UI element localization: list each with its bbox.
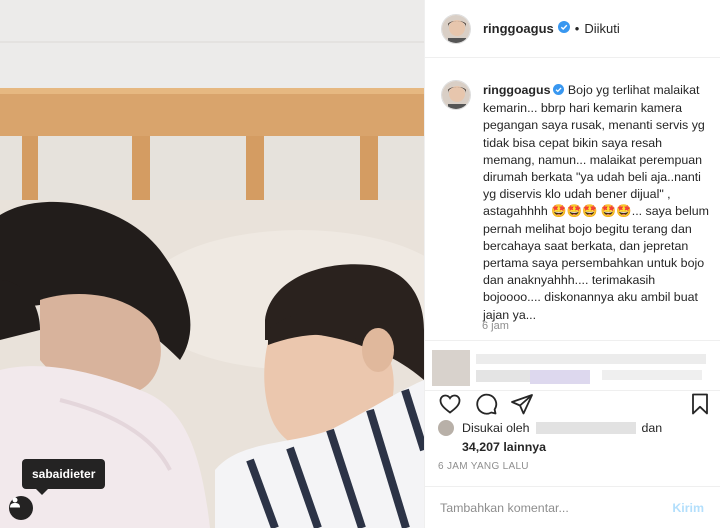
post-photo[interactable]: sabaidieter [0, 0, 424, 528]
send-icon [511, 394, 533, 415]
user-tag-label[interactable]: sabaidieter [22, 459, 106, 495]
likes-count: 34,207 [462, 440, 500, 454]
divider [424, 340, 720, 341]
caption-text: ringgoagus Bojo yg terlihat malaikat kem… [483, 82, 711, 324]
save-button[interactable] [688, 392, 712, 419]
caption-time: 6 jam [482, 320, 509, 332]
blurred-comments-strip [432, 348, 712, 388]
likes-and: dan [641, 421, 663, 435]
comment-icon [476, 393, 498, 415]
post-actions [438, 392, 712, 416]
post-header: ringgoagus • Diikuti [425, 0, 720, 58]
caption-body: Bojo yg terlihat malaikat kemarin... bbr… [483, 83, 709, 322]
likes-prefix: Disukai oleh [462, 421, 530, 435]
likes-count-link[interactable]: 34,207 lainnya [462, 440, 712, 454]
liker-name-blurred[interactable] [535, 422, 636, 434]
bookmark-icon [692, 393, 708, 415]
share-button[interactable] [510, 392, 534, 419]
comment-input[interactable] [440, 501, 673, 515]
person-icon [10, 497, 20, 508]
comment-box: Kirim [424, 488, 720, 528]
username-link[interactable]: ringgoagus [483, 21, 554, 36]
avatar-image [442, 14, 470, 43]
photo-scene [0, 0, 424, 528]
follow-status-button[interactable]: Diikuti [584, 21, 619, 36]
tagged-users-button[interactable] [9, 496, 33, 520]
divider [424, 486, 720, 487]
liker-avatar[interactable] [438, 420, 454, 436]
like-button[interactable] [438, 392, 462, 419]
avatar-image [442, 81, 470, 109]
divider [424, 390, 720, 391]
post-comment-button[interactable]: Kirim [672, 501, 704, 515]
comment-button[interactable] [474, 392, 498, 419]
likes-summary: Disukai oleh dan 34,207 lainnya [438, 420, 712, 454]
separator-dot: • [574, 21, 580, 36]
verified-badge-icon [557, 21, 570, 36]
heart-icon [439, 394, 461, 414]
likes-others: lainnya [503, 440, 547, 454]
caption-avatar[interactable] [441, 80, 471, 110]
avatar[interactable] [441, 13, 471, 44]
caption-verified-icon [553, 83, 565, 100]
caption-username[interactable]: ringgoagus [483, 83, 550, 97]
post-timestamp[interactable]: 6 JAM YANG LALU [438, 461, 529, 472]
